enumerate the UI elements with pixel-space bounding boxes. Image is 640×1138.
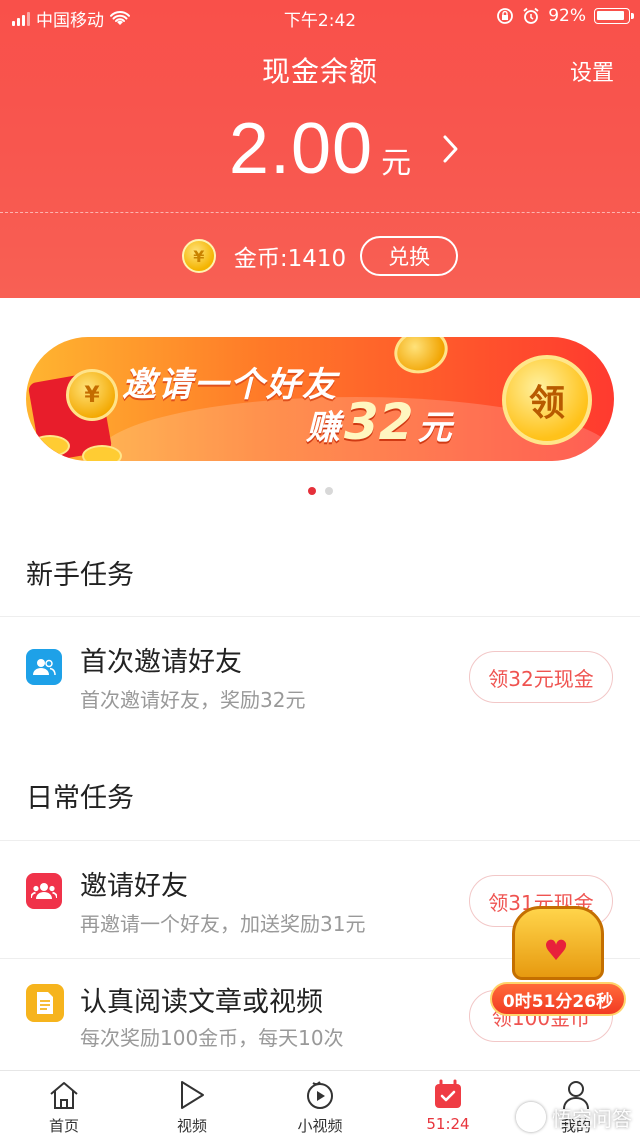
- treasure-chest-widget[interactable]: ♥ 0时51分26秒: [490, 898, 626, 1020]
- watermark-text: 悟空问答: [552, 1106, 632, 1131]
- tab-checkin[interactable]: 51:24: [384, 1071, 512, 1138]
- play-icon: [175, 1078, 209, 1112]
- balance-unit: 元: [381, 146, 412, 181]
- banner-claim-button[interactable]: 领: [502, 355, 592, 445]
- wukong-logo-icon: [516, 1102, 546, 1132]
- document-icon: [26, 984, 64, 1022]
- task-title: 首次邀请好友: [80, 647, 242, 678]
- banner-reward-unit: 元: [417, 408, 452, 448]
- people-icon: [26, 649, 62, 685]
- rotation-lock-icon: [497, 8, 514, 24]
- status-bar: 中国移动 下午2:42 92%: [0, 0, 640, 34]
- exchange-button[interactable]: 兑换: [360, 236, 459, 276]
- heart-icon: ♥: [543, 934, 569, 967]
- tab-home[interactable]: 首页: [0, 1071, 128, 1138]
- gold-coin-icon: ¥: [181, 239, 216, 273]
- carousel-dot[interactable]: [307, 487, 316, 495]
- task-description: 每次奖励100金币，每天10次: [80, 1026, 344, 1050]
- balance-value: 2.00: [228, 109, 374, 189]
- bottom-tab-bar: 首页 视频 小视频 51:24 我的 悟空问答: [0, 1070, 640, 1138]
- coins-balance: 金币:1410: [233, 246, 347, 272]
- people-icon: [26, 873, 62, 909]
- banner-reward-amount: 32: [344, 393, 414, 451]
- balance-amount[interactable]: 2.00 元: [0, 108, 640, 190]
- divider: [0, 616, 640, 617]
- banner-reward-prefix: 赚: [306, 408, 340, 448]
- banner-reward: 赚32 元: [306, 393, 452, 451]
- battery-percent: 92%: [548, 6, 586, 26]
- coins-row: ¥ 金币:1410 兑换: [0, 236, 640, 276]
- calendar-check-icon: [431, 1078, 465, 1112]
- page-title: 现金余额: [261, 55, 378, 88]
- header-divider: [0, 212, 640, 213]
- task-title: 邀请好友: [80, 871, 188, 902]
- carousel-indicator: [0, 487, 640, 495]
- section-title-newbie: 新手任务: [26, 560, 134, 591]
- chest-countdown: 0时51分26秒: [490, 982, 626, 1016]
- banner-coin-icon: [389, 337, 453, 380]
- tab-video[interactable]: 视频: [128, 1071, 256, 1138]
- section-title-daily: 日常任务: [26, 783, 134, 814]
- claim-cash-button[interactable]: 领32元现金: [469, 651, 613, 703]
- short-video-icon: [303, 1078, 337, 1112]
- tab-label: 首页: [48, 1117, 79, 1135]
- invite-banner[interactable]: ¥ 邀请一个好友 赚32 元 领: [26, 337, 614, 461]
- settings-link[interactable]: 设置: [570, 55, 614, 87]
- carousel-dot[interactable]: [324, 487, 333, 495]
- small-coin-icon: [30, 435, 70, 457]
- chevron-right-icon[interactable]: [440, 132, 462, 166]
- watermark: 悟空问答: [516, 1102, 632, 1132]
- task-row[interactable]: 首次邀请好友 首次邀请好友，奖励32元 领32元现金: [0, 618, 640, 734]
- task-description: 首次邀请好友，奖励32元: [80, 688, 306, 712]
- tab-label: 小视频: [297, 1117, 343, 1135]
- yuan-coin-icon: ¥: [66, 369, 118, 421]
- checkin-countdown: 51:24: [426, 1115, 470, 1133]
- divider: [0, 840, 640, 841]
- tab-short-video[interactable]: 小视频: [256, 1071, 384, 1138]
- tab-label: 视频: [176, 1117, 207, 1135]
- small-coin-icon: [82, 445, 122, 461]
- home-icon: [47, 1078, 81, 1112]
- alarm-icon: [523, 7, 539, 24]
- task-title: 认真阅读文章或视频: [80, 987, 323, 1018]
- battery-icon: [594, 8, 634, 24]
- task-description: 再邀请一个好友，加送奖励31元: [80, 912, 366, 936]
- balance-header: 中国移动 下午2:42 92% 现金余额 设置 2.00 元 ¥ 金币:1410…: [0, 0, 640, 298]
